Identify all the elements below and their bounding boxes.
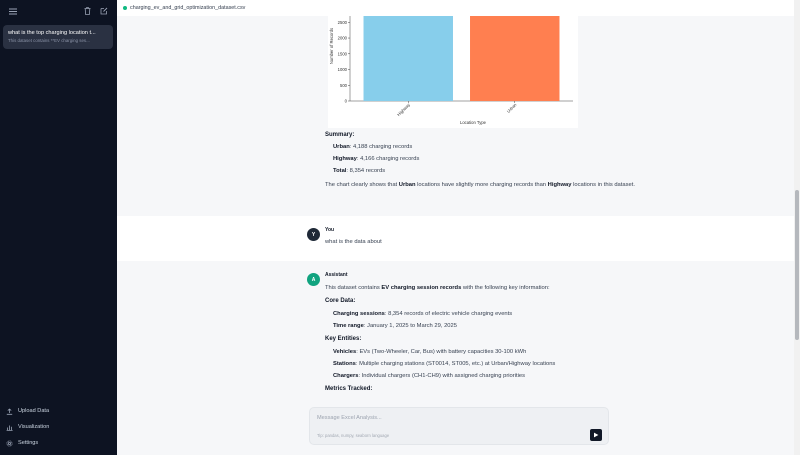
- menu-icon[interactable]: [7, 5, 19, 17]
- chart-icon: [6, 425, 13, 431]
- sidebar-item-settings[interactable]: Settings: [6, 435, 111, 451]
- input-hint: Tip: pandas, numpy, seaborn language: [317, 433, 390, 438]
- sidebar-item-label: Settings: [18, 440, 39, 446]
- assistant-description-block: This dataset contains EV charging sessio…: [325, 284, 665, 393]
- summary-block: Summary: Urban: 4,188 charging records H…: [325, 131, 665, 191]
- y-tick-label: 500: [340, 83, 348, 88]
- send-icon: [594, 432, 599, 438]
- user-role-label: You: [325, 227, 335, 233]
- summary-title: Summary:: [325, 132, 355, 138]
- list-item: Chargers: Individual chargers (CH1-CH9) …: [333, 373, 526, 379]
- file-header: charging_ev_and_grid_optimization_datase…: [117, 0, 794, 16]
- y-tick-label: 1000: [338, 67, 348, 72]
- key-entities-title: Key Entities:: [325, 336, 362, 342]
- chat-history-item[interactable]: what is the top charging location t... T…: [3, 25, 113, 49]
- y-axis-label: Number of Records: [329, 28, 334, 64]
- core-data-title: Core Data:: [325, 298, 356, 304]
- bar-chart-svg: 05001000150020002500 Highway Urban Number…: [328, 16, 578, 128]
- file-status-dot: [123, 6, 127, 10]
- assistant-intro: This dataset contains EV charging sessio…: [325, 285, 550, 291]
- message-input-box[interactable]: Message Excel Analysis... Tip: pandas, n…: [309, 407, 609, 445]
- user-message-text: what is the data about: [325, 239, 382, 245]
- sidebar-item-label: Upload Data: [18, 408, 50, 414]
- list-item: Vehicles: EVs (Two-Wheeler, Car, Bus) wi…: [333, 349, 527, 355]
- summary-conclusion: The chart clearly shows that Urban locat…: [325, 182, 635, 188]
- sidebar-item-upload-data[interactable]: Upload Data: [6, 403, 111, 419]
- upload-icon: [6, 407, 13, 415]
- sidebar: what is the top charging location t... T…: [0, 0, 117, 455]
- y-tick-label: 1500: [338, 51, 348, 56]
- metrics-title: Metrics Tracked:: [325, 386, 373, 392]
- y-tick-label: 2500: [338, 20, 348, 25]
- message-input[interactable]: Message Excel Analysis...: [317, 415, 382, 421]
- send-button[interactable]: [590, 429, 602, 441]
- sidebar-item-label: Visualization: [18, 424, 50, 430]
- gear-icon: [6, 440, 13, 446]
- list-item: Urban: 4,188 charging records: [333, 144, 413, 150]
- list-item: Total: 8,354 records: [333, 168, 386, 174]
- scrollbar-thumb[interactable]: [795, 190, 799, 340]
- sidebar-item-visualization[interactable]: Visualization: [6, 419, 111, 435]
- list-item: Time range: January 1, 2025 to March 29,…: [333, 323, 457, 329]
- bar-highway: [363, 16, 453, 101]
- user-avatar: Y: [307, 228, 320, 241]
- assistant-role-label: Assistant: [325, 272, 348, 278]
- new-chat-icon[interactable]: [98, 5, 110, 17]
- list-item: Highway: 4,166 charging records: [333, 156, 420, 162]
- main-panel: charging_ev_and_grid_optimization_datase…: [117, 0, 794, 455]
- scrollbar[interactable]: [794, 0, 800, 455]
- trash-icon[interactable]: [81, 5, 93, 17]
- sidebar-toolbar: [0, 0, 117, 22]
- sidebar-footer: Upload Data Visualization Settings: [6, 403, 111, 451]
- x-axis-label: Location Type: [460, 120, 487, 125]
- y-tick-label: 2000: [338, 36, 348, 41]
- list-item: Charging sessions: 8,354 records of elec…: [333, 311, 513, 317]
- file-name: charging_ev_and_grid_optimization_datase…: [130, 5, 246, 11]
- chat-title: what is the top charging location t...: [8, 30, 96, 36]
- bar-chart: 0 500 1000 1500 2000 2500 Highway Urban Number…: [328, 16, 578, 128]
- chat-preview: This dataset contains **EV charging ses.…: [8, 38, 90, 43]
- bar-urban: [470, 16, 560, 101]
- list-item: Stations: Multiple charging stations (ST…: [333, 361, 556, 367]
- assistant-avatar: A: [307, 273, 320, 286]
